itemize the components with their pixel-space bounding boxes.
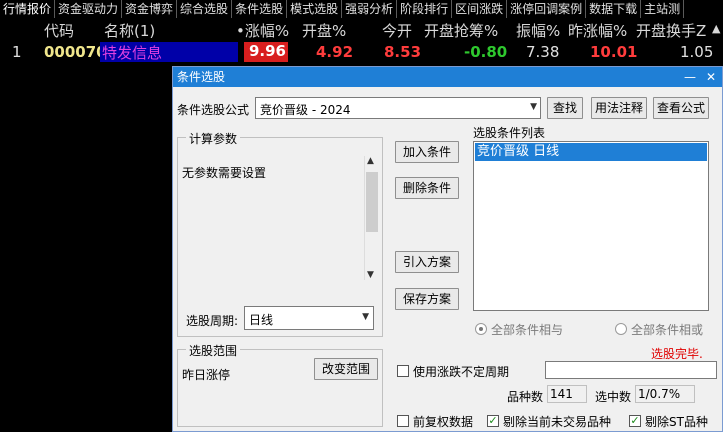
period-select[interactable]: 日线 ▼ (244, 306, 374, 330)
stock-count-label: 品种数 (507, 390, 544, 404)
row-index: 1 (12, 43, 22, 61)
list-group-title: 选股条件列表 (473, 126, 546, 140)
dialog-title-bar[interactable]: 条件选股 — ✕ (173, 67, 722, 87)
tab-range-change[interactable]: 区间涨跌 (452, 0, 508, 18)
tab-pattern-selection[interactable]: 模式选股 (287, 0, 343, 18)
tab-quotes[interactable]: 行情报价 (0, 0, 56, 18)
exclude-st-checkbox[interactable]: ✓ (629, 415, 641, 427)
chevron-down-icon: ▼ (530, 102, 537, 112)
top-tab-strip: 行情报价 资金驱动力 资金博弈 综合选股 条件选股 模式选股 强弱分析 阶段排行… (0, 0, 723, 18)
formula-select[interactable]: 竞价晋级 - 2024 ▼ (255, 97, 541, 119)
selected-count-label: 选中数 (595, 390, 632, 404)
stock-count-field: 141 (547, 385, 587, 403)
tab-fund-game[interactable]: 资金博弈 (122, 0, 178, 18)
scroll-up-icon[interactable]: ▲ (712, 22, 720, 35)
row-change-pct: 9.96 (244, 42, 288, 62)
usage-notes-button[interactable]: 用法注释 (591, 97, 647, 119)
tab-condition-selection[interactable]: 条件选股 (232, 0, 288, 18)
range-group: 选股范围 昨日涨停 改变范围 (177, 342, 383, 427)
table-row[interactable]: 1 000070 特发信息 9.96 4.92 8.53 -0.80 7.38 … (0, 42, 723, 62)
column-header-row: 代码 名称(1) •涨幅% 开盘% 今开 开盘抢筹% 振幅% 昨涨幅% 开盘换手… (0, 19, 723, 41)
use-period-label: 使用涨跌不定周期 (413, 365, 510, 379)
scroll-down-icon[interactable]: ▼ (367, 270, 374, 280)
params-group-title: 计算参数 (186, 130, 241, 147)
selected-count-field: 1/0.7% (635, 385, 695, 403)
tab-combined-selection[interactable]: 综合选股 (177, 0, 233, 18)
col-amplitude[interactable]: 振幅% (516, 20, 560, 41)
range-value: 昨日涨停 (182, 368, 231, 382)
tab-main-site-test[interactable]: 主站测 (641, 0, 685, 18)
close-icon[interactable]: ✕ (706, 67, 716, 87)
tab-fund-drive[interactable]: 资金驱动力 (55, 0, 123, 18)
stock-count-value: 141 (550, 387, 573, 401)
view-formula-button[interactable]: 查看公式 (653, 97, 709, 119)
row-amplitude: 7.38 (526, 43, 560, 61)
status-text: 选股完毕. (651, 347, 703, 361)
delete-condition-button[interactable]: 删除条件 (395, 177, 459, 199)
exclude-untraded-checkbox[interactable]: ✓ (487, 415, 499, 427)
row-name: 特发信息 (100, 42, 238, 62)
scrollbar-thumb[interactable] (366, 172, 378, 232)
find-button[interactable]: 查找 (547, 97, 583, 119)
condition-selection-dialog: 条件选股 — ✕ 条件选股公式 竞价晋级 - 2024 ▼ 查找 用法注释 查看… (172, 66, 723, 432)
params-group: 计算参数 无参数需要设置 ▲ ▼ 选股周期: 日线 ▼ (177, 130, 383, 337)
period-input[interactable] (545, 361, 717, 379)
period-select-value: 日线 (249, 313, 274, 327)
row-open-pct: 4.92 (316, 43, 354, 61)
exclude-untraded-label: 剔除当前未交易品种 (503, 415, 612, 429)
use-period-checkbox[interactable] (397, 365, 409, 377)
col-open-pct[interactable]: 开盘% (302, 20, 346, 41)
tab-data-download[interactable]: 数据下载 (586, 0, 642, 18)
col-code[interactable]: 代码 (44, 20, 74, 41)
import-plan-button[interactable]: 引入方案 (395, 251, 459, 273)
col-open-turnover[interactable]: 开盘换手Z (636, 20, 706, 41)
selected-count-value: 1/0.7% (638, 387, 681, 401)
range-group-title: 选股范围 (186, 342, 241, 359)
pre-adjust-checkbox[interactable] (397, 415, 409, 427)
col-prev-change[interactable]: 昨涨幅% (568, 20, 627, 41)
tab-strength-analysis[interactable]: 强弱分析 (342, 0, 398, 18)
period-label: 选股周期: (186, 314, 239, 328)
radio-all-or[interactable] (615, 323, 627, 335)
tab-stage-ranking[interactable]: 阶段排行 (397, 0, 453, 18)
add-condition-button[interactable]: 加入条件 (395, 141, 459, 163)
row-prev-change: 10.01 (590, 43, 638, 61)
exclude-st-label: 剔除ST品种 (645, 415, 708, 429)
formula-label: 条件选股公式 (177, 103, 250, 117)
row-open-turnover: 1.05 (680, 43, 714, 61)
col-open-grab[interactable]: 开盘抢筹% (424, 20, 498, 41)
minimize-icon[interactable]: — (684, 67, 696, 87)
scroll-up-icon[interactable]: ▲ (367, 156, 374, 166)
row-open-grab: -0.80 (464, 43, 508, 61)
col-name[interactable]: 名称(1) (104, 20, 155, 41)
params-text: 无参数需要设置 (182, 166, 267, 180)
dialog-title: 条件选股 (177, 70, 226, 84)
params-scrollbar[interactable]: ▲ ▼ (364, 156, 378, 280)
list-item[interactable]: 竞价晋级 日线 (475, 143, 707, 161)
row-code: 000070 (44, 43, 107, 61)
col-today-open[interactable]: 今开 (382, 20, 412, 41)
radio-all-or-label: 全部条件相或 (631, 323, 704, 337)
change-range-button[interactable]: 改变范围 (314, 358, 378, 380)
save-plan-button[interactable]: 保存方案 (395, 288, 459, 310)
formula-select-value: 竞价晋级 - 2024 (260, 103, 351, 117)
chevron-down-icon: ▼ (362, 312, 369, 322)
pre-adjust-label: 前复权数据 (413, 415, 474, 429)
col-change-pct[interactable]: •涨幅% (236, 20, 289, 41)
row-today-open: 8.53 (384, 43, 422, 61)
condition-list[interactable]: 竞价晋级 日线 (473, 141, 709, 311)
radio-all-and-label: 全部条件相与 (491, 323, 564, 337)
radio-all-and[interactable] (475, 323, 487, 335)
tab-limit-up-pullback[interactable]: 涨停回调案例 (507, 0, 587, 18)
